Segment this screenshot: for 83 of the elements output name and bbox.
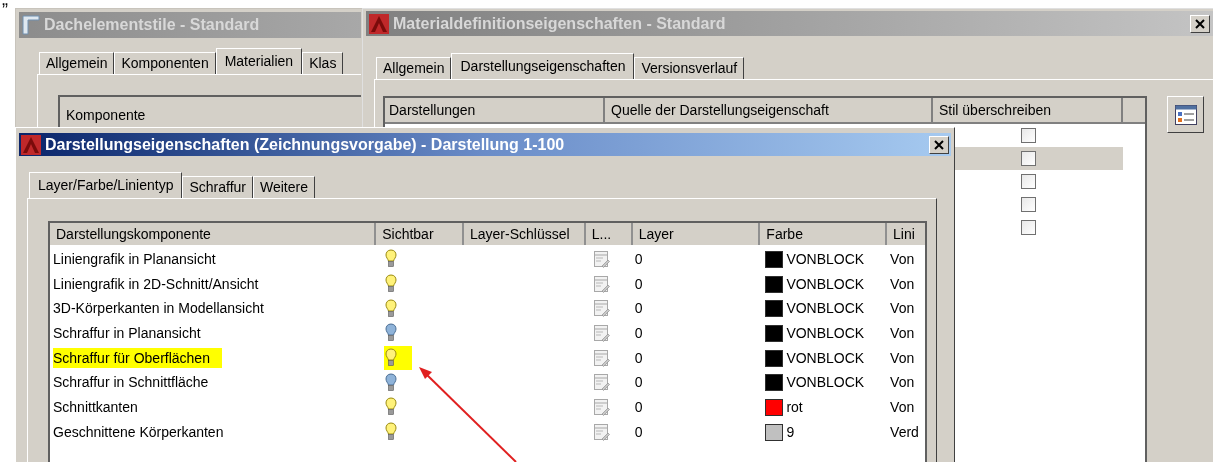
linetype-value: Von	[890, 275, 915, 292]
tab[interactable]: Komponenten	[114, 52, 216, 74]
color-name: rot	[786, 397, 803, 417]
layer-edit-icon[interactable]	[593, 250, 610, 268]
column-header[interactable]: Layer-Schlüssel	[464, 223, 586, 245]
linetype-value: Von	[890, 374, 915, 391]
linetype-value: Verd	[890, 423, 919, 440]
column-header[interactable]: Darstellungskomponente	[50, 223, 377, 245]
component-name[interactable]: Schraffur in Schnittfläche	[53, 374, 209, 391]
checkbox[interactable]	[1020, 197, 1036, 212]
color-name: VONBLOCK	[786, 323, 865, 343]
component-name[interactable]: Schraffur in Planansicht	[53, 324, 201, 341]
layer-value: 0	[634, 398, 643, 415]
checkbox[interactable]	[1020, 128, 1036, 143]
checkbox[interactable]	[1020, 174, 1036, 189]
logo-icon	[21, 134, 41, 155]
column-header[interactable]: Farbe	[760, 223, 888, 245]
component-name[interactable]: Liniengrafik in Planansicht	[53, 250, 216, 267]
lightbulb-icon[interactable]	[385, 298, 398, 319]
component-name[interactable]: 3D-Körperkanten in Modellansicht	[53, 300, 264, 317]
lightbulb-icon[interactable]	[385, 397, 398, 418]
close-button[interactable]	[1190, 14, 1210, 33]
tab[interactable]: Allgemein	[376, 57, 452, 79]
lightbulb-icon[interactable]	[385, 372, 398, 393]
layer-value: 0	[634, 300, 643, 317]
layer-value: 0	[634, 250, 643, 267]
tab[interactable]: Layer/Farbe/Linientyp	[29, 172, 183, 198]
close-button[interactable]	[929, 135, 949, 154]
close-icon	[934, 139, 944, 150]
color-name: 9	[786, 422, 795, 442]
lightbulb-icon[interactable]	[385, 422, 398, 443]
linetype-value: Von	[890, 250, 915, 267]
layer-edit-icon[interactable]	[593, 398, 610, 416]
color-name: VONBLOCK	[786, 274, 865, 294]
color-name: VONBLOCK	[786, 249, 865, 269]
linetype-value: Von	[890, 300, 915, 317]
tab[interactable]: Allgemein	[39, 52, 115, 74]
window-title: Dachelementstile - Standard	[44, 15, 260, 35]
layer-value: 0	[634, 324, 643, 341]
caption-fragment: „	[2, 0, 8, 8]
tab[interactable]: Darstellungseigenschaften	[451, 53, 635, 79]
color-name: VONBLOCK	[786, 348, 865, 368]
roof-icon	[22, 15, 40, 35]
tab[interactable]: Weitere	[252, 176, 315, 198]
linetype-value: Von	[890, 398, 915, 415]
tab[interactable]: Versionsverlauf	[634, 57, 745, 79]
logo-icon	[369, 13, 389, 34]
layer-value: 0	[634, 349, 643, 366]
layer-value: 0	[634, 374, 643, 391]
tab[interactable]: Schraffur	[182, 176, 253, 198]
column-header[interactable]: Layer	[632, 223, 761, 245]
column-header[interactable]: L...	[585, 223, 633, 245]
layer-edit-icon[interactable]	[593, 275, 610, 293]
close-icon	[1195, 18, 1205, 29]
component-name[interactable]: Schnittkanten	[53, 398, 138, 415]
linetype-value: Von	[890, 324, 915, 341]
window-title: Darstellungseigenschaften (Zeichnungsvorgabe) - Darstellung 1-100	[45, 134, 566, 155]
details-button[interactable]	[1167, 96, 1204, 133]
window-title: Materialdefinitionseigenschaften - Standard	[393, 13, 727, 34]
column-header[interactable]: Lini	[887, 223, 925, 245]
linetype-value: Von	[890, 349, 915, 366]
tab[interactable]: Materialien	[215, 48, 303, 74]
color-name: VONBLOCK	[786, 373, 865, 393]
lightbulb-icon[interactable]	[385, 249, 398, 270]
layer-edit-icon[interactable]	[593, 349, 610, 367]
lightbulb-icon[interactable]	[385, 348, 398, 369]
component-name[interactable]: Liniengrafik in 2D-Schnitt/Ansicht	[53, 275, 259, 292]
list-icon	[1174, 104, 1197, 125]
layer-value: 0	[634, 275, 643, 292]
layer-edit-icon[interactable]	[593, 374, 610, 392]
tab[interactable]: Klas	[302, 52, 344, 74]
component-name[interactable]: Geschnittene Körperkanten	[53, 423, 224, 440]
layer-edit-icon[interactable]	[593, 423, 610, 441]
layer-value: 0	[634, 423, 643, 440]
lightbulb-icon[interactable]	[385, 323, 398, 344]
layer-edit-icon[interactable]	[593, 324, 610, 342]
lightbulb-icon[interactable]	[385, 274, 398, 295]
layer-edit-icon[interactable]	[593, 300, 610, 318]
color-name: VONBLOCK	[786, 299, 865, 319]
column-header[interactable]: Sichtbar	[376, 223, 464, 245]
component-name[interactable]: Schraffur für Oberflächen	[53, 347, 222, 368]
checkbox[interactable]	[1020, 220, 1036, 235]
checkbox[interactable]	[1020, 151, 1036, 166]
